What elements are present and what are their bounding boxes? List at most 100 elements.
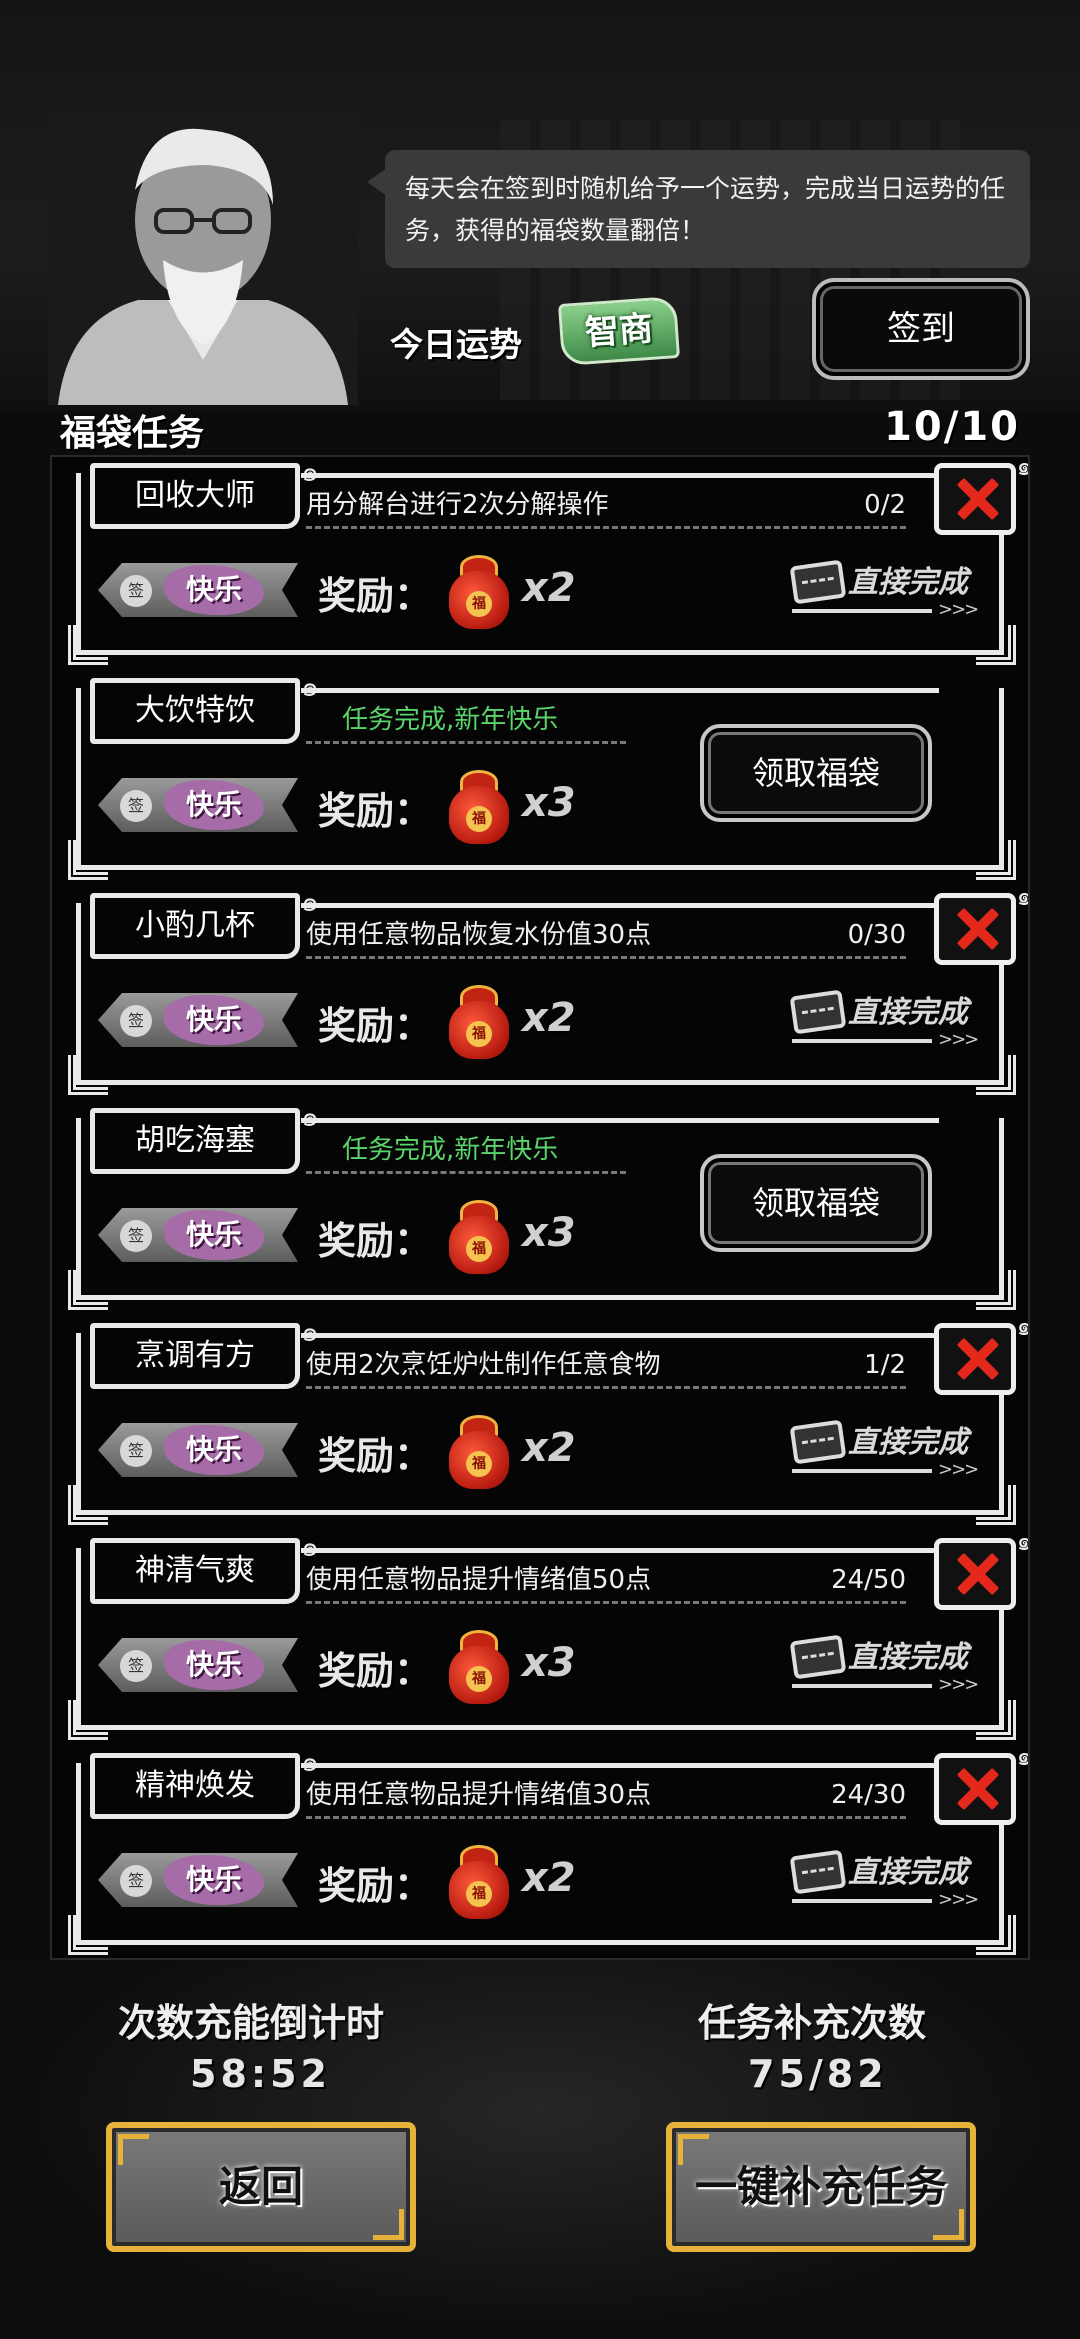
claim-bag-button[interactable]: 领取福袋	[700, 1154, 932, 1252]
happy-tag-icon: 签 快乐	[98, 772, 298, 838]
sign-in-button[interactable]: 签到	[812, 278, 1030, 380]
task-row: 小酌几杯 ๑ 使用任意物品恢复水份值30点 0/30 签 快乐 奖励： 福 x2	[68, 882, 1028, 1095]
bag-fu-char: 福	[466, 1666, 492, 1692]
claim-bag-button[interactable]: 领取福袋	[700, 724, 932, 822]
bag-fu-char: 福	[466, 1451, 492, 1477]
close-icon	[955, 906, 999, 950]
task-name-tag: 神清气爽 ๑	[90, 1530, 319, 1604]
task-row: 精神焕发 ๑ 使用任意物品提升情绪值30点 24/30 签 快乐 奖励： 福 x…	[68, 1742, 1028, 1955]
refill-tasks-label: 一键补充任务	[694, 2162, 947, 2211]
swirl-icon: ๑	[1016, 457, 1028, 487]
fortune-badge: 智商	[557, 295, 681, 367]
task-description: 任务完成,新年快乐	[306, 696, 626, 744]
happy-tag-icon: 签 快乐	[98, 1202, 298, 1268]
task-name: 回收大师	[135, 478, 255, 513]
abandon-task-button[interactable]: ๑	[934, 882, 1028, 965]
lucky-bag-icon: 福	[446, 1409, 512, 1493]
task-desc-text: 用分解台进行2次分解操作	[306, 490, 609, 520]
task-name: 大饮特饮	[135, 693, 255, 728]
task-progress: 0/2	[864, 490, 906, 520]
arrows-icon: >>>	[938, 1889, 979, 1910]
ticket-icon	[789, 1849, 847, 1895]
happy-tag-icon: 签 快乐	[98, 1847, 298, 1913]
task-row: 烹调有方 ๑ 使用2次烹饪炉灶制作任意食物 1/2 签 快乐 奖励： 福 x2	[68, 1312, 1028, 1525]
sign-char: 签	[120, 1220, 152, 1252]
frame-corner	[68, 1055, 108, 1095]
reward-label: 奖励：	[318, 1864, 433, 1908]
arrows-icon: >>>	[938, 1674, 979, 1695]
abandon-task-button[interactable]: ๑	[934, 457, 1028, 535]
direct-complete-label: 直接完成	[848, 1640, 968, 1675]
close-icon	[955, 1766, 999, 1810]
direct-complete-button[interactable]: 直接完成 >>>	[788, 1413, 988, 1483]
task-progress: 0/30	[847, 920, 906, 950]
reward-label: 奖励：	[318, 1649, 433, 1693]
frame-corner	[976, 1055, 1016, 1095]
abandon-task-button[interactable]: ๑	[934, 1742, 1028, 1825]
reward-label: 奖励：	[318, 1004, 433, 1048]
frame-corner	[976, 840, 1016, 880]
frame-corner	[976, 1915, 1016, 1955]
frame-corner	[68, 625, 108, 665]
swirl-icon: ๑	[1016, 1736, 1028, 1777]
task-name: 胡吃海塞	[135, 1123, 255, 1158]
arrows-icon: >>>	[938, 1029, 979, 1050]
abandon-task-button[interactable]: ๑	[934, 1527, 1028, 1610]
task-count: 10/10	[884, 404, 1020, 450]
task-desc-text: 使用任意物品提升情绪值30点	[306, 1780, 652, 1810]
task-row: 神清气爽 ๑ 使用任意物品提升情绪值50点 24/50 签 快乐 奖励： 福 x…	[68, 1527, 1028, 1740]
back-label: 返回	[218, 2162, 303, 2211]
lucky-bag-icon: 福	[446, 1839, 512, 1923]
swirl-icon: ๑	[1016, 1521, 1028, 1562]
lucky-bag-icon: 福	[446, 764, 512, 848]
arrows-icon: >>>	[938, 1459, 979, 1480]
task-row: 回收大师 ๑ 用分解台进行2次分解操作 0/2 签 快乐 奖励： 福 x2 直接…	[68, 457, 1028, 665]
timer-title: 次数充能倒计时	[118, 2001, 385, 2045]
frame-corner	[68, 1485, 108, 1525]
task-description: 使用任意物品提升情绪值30点 24/30	[306, 1771, 906, 1819]
underline	[792, 1469, 932, 1473]
task-description: 使用2次烹饪炉灶制作任意食物 1/2	[306, 1341, 906, 1389]
refill-tasks-button[interactable]: 一键补充任务	[666, 2122, 976, 2252]
reward-multiplier: x3	[522, 1640, 576, 1686]
frame-corner	[976, 625, 1016, 665]
refill-title: 任务补充次数	[698, 2001, 927, 2045]
direct-complete-button[interactable]: 直接完成 >>>	[788, 1628, 988, 1698]
task-desc-text: 使用任意物品提升情绪值50点	[306, 1565, 652, 1595]
frame-corner	[976, 1485, 1016, 1525]
lucky-bag-icon: 福	[446, 549, 512, 633]
task-name: 烹调有方	[135, 1338, 255, 1373]
direct-complete-button[interactable]: 直接完成 >>>	[788, 553, 988, 623]
direct-complete-button[interactable]: 直接完成 >>>	[788, 1843, 988, 1913]
reward-label: 奖励：	[318, 1219, 433, 1263]
task-name-tag: 精神焕发 ๑	[90, 1745, 319, 1819]
task-name: 神清气爽	[135, 1553, 255, 1588]
task-list[interactable]: 回收大师 ๑ 用分解台进行2次分解操作 0/2 签 快乐 奖励： 福 x2 直接…	[50, 455, 1030, 1960]
sign-char: 签	[120, 1435, 152, 1467]
reward-multiplier: x2	[522, 1855, 576, 1901]
claim-bag-label: 领取福袋	[751, 1184, 880, 1222]
sign-char: 签	[120, 1865, 152, 1897]
direct-complete-label: 直接完成	[848, 995, 968, 1030]
task-description: 使用任意物品提升情绪值50点 24/50	[306, 1556, 906, 1604]
task-description: 任务完成,新年快乐	[306, 1126, 626, 1174]
happy-tag-icon: 签 快乐	[98, 557, 298, 623]
back-button[interactable]: 返回	[106, 2122, 416, 2252]
reward-multiplier: x2	[522, 1425, 576, 1471]
frame-corner	[976, 1700, 1016, 1740]
reward-label: 奖励：	[318, 1434, 433, 1478]
swirl-icon: ๑	[1016, 876, 1028, 917]
task-description: 使用任意物品恢复水份值30点 0/30	[306, 911, 906, 959]
sign-char: 签	[120, 1650, 152, 1682]
close-icon	[955, 476, 999, 520]
section-title: 福袋任务	[60, 413, 205, 454]
task-desc-text: 任务完成,新年快乐	[342, 1135, 559, 1165]
reward-label: 奖励：	[318, 789, 433, 833]
direct-complete-button[interactable]: 直接完成 >>>	[788, 983, 988, 1053]
frame-corner	[976, 1270, 1016, 1310]
abandon-task-button[interactable]: ๑	[934, 1312, 1028, 1395]
fortune-label: 今日运势	[390, 325, 522, 364]
task-name-tag: 胡吃海塞 ๑	[90, 1100, 319, 1174]
footer: 次数充能倒计时 58:52 任务补充次数 75/82 返回 一键补充任务	[0, 1960, 1080, 2339]
direct-complete-label: 直接完成	[848, 1425, 968, 1460]
